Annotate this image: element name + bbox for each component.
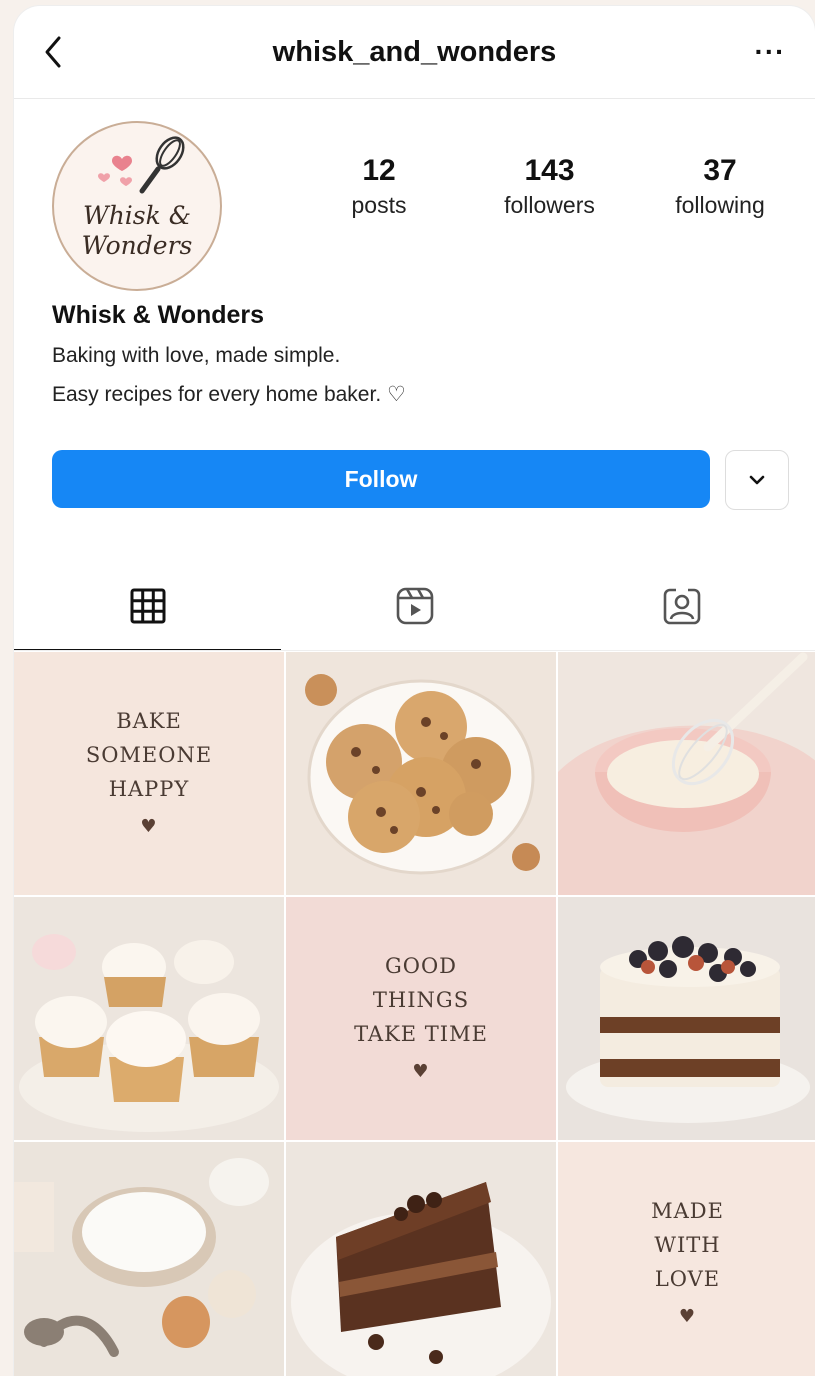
quote-text-line: TAKE TIME <box>354 1021 488 1046</box>
stat-posts[interactable]: 12 posts <box>304 154 454 219</box>
avatar-text-line1: Whisk & <box>83 201 191 230</box>
stat-posts-label: posts <box>351 192 407 218</box>
avatar[interactable]: Whisk & Wonders <box>52 121 222 291</box>
post-photo-cupcakes[interactable] <box>14 897 284 1140</box>
quote-text-line: HAPPY <box>108 776 190 801</box>
chocolate-cake-slice-image <box>286 1142 556 1376</box>
avatar-text-line2: Wonders <box>81 231 193 260</box>
flour-eggs-image <box>14 1142 284 1376</box>
profile-stats: 12 posts 143 followers 37 following <box>304 154 795 219</box>
layer-cake-image <box>558 897 815 1140</box>
suggested-dropdown-button[interactable] <box>725 450 789 510</box>
quote-text-line: MADE <box>651 1198 724 1223</box>
stat-followers-label: followers <box>504 192 595 218</box>
bio: Whisk & Wonders Baking with love, made s… <box>14 301 815 407</box>
stat-following-label: following <box>675 192 765 218</box>
post-photo-chocolate-cake[interactable] <box>286 1142 556 1376</box>
cupcakes-image <box>14 897 284 1140</box>
back-arrow-icon <box>45 36 61 68</box>
stat-following-value: 37 <box>703 154 737 187</box>
post-quote-made-with-love[interactable]: MADE WITH LOVE ♥ <box>558 1142 815 1376</box>
tagged-icon <box>663 588 700 625</box>
tab-tagged[interactable] <box>548 561 815 651</box>
quote-text-line: SOMEONE <box>85 742 213 767</box>
tab-grid[interactable] <box>14 561 281 651</box>
post-quote-bake-someone-happy[interactable]: BAKE SOMEONE HAPPY ♥ <box>14 652 284 895</box>
post-photo-cookies[interactable] <box>286 652 556 895</box>
profile-username: whisk_and_wonders <box>272 36 557 68</box>
tab-reels[interactable] <box>281 561 548 651</box>
posts-grid: BAKE SOMEONE HAPPY ♥ GOOD THINGS TAKE TI… <box>14 652 815 1376</box>
stat-following[interactable]: 37 following <box>645 154 795 219</box>
profile-display-name: Whisk & Wonders <box>52 301 265 329</box>
stat-followers-value: 143 <box>524 154 575 187</box>
post-photo-whisk-bowl[interactable] <box>558 652 815 895</box>
heart-icon: ♥ <box>412 1060 430 1082</box>
more-icon: ··· <box>754 36 786 67</box>
reels-icon <box>396 587 433 625</box>
profile-header: Whisk & Wonders 12 posts 143 followers 3… <box>14 99 815 299</box>
post-quote-good-things-take-time[interactable]: GOOD THINGS TAKE TIME ♥ <box>286 897 556 1140</box>
quote-text-line: LOVE <box>654 1266 721 1291</box>
post-photo-layer-cake[interactable] <box>558 897 815 1140</box>
stat-posts-value: 12 <box>362 154 396 187</box>
heart-icon: ♥ <box>140 815 158 837</box>
profile-screen: whisk_and_wonders ··· Whisk & Wonders 12 <box>14 6 815 1376</box>
tabs-divider <box>14 650 815 651</box>
quote-text-line: WITH <box>654 1232 721 1257</box>
stat-followers[interactable]: 143 followers <box>475 154 625 219</box>
quote-text-line: GOOD <box>384 953 458 978</box>
chevron-down-icon <box>749 475 765 485</box>
profile-tabs <box>14 561 815 651</box>
grid-icon <box>130 588 165 624</box>
bio-line-2: Easy recipes for every home baker. ♡ <box>52 383 406 406</box>
bio-line-1: Baking with love, made simple. <box>52 344 341 367</box>
whisk-bowl-image <box>558 652 815 895</box>
heart-icon: ♥ <box>678 1305 697 1327</box>
top-bar: whisk_and_wonders ··· <box>14 6 815 99</box>
quote-text-line: THINGS <box>372 987 470 1012</box>
follow-button[interactable]: Follow <box>52 450 710 508</box>
quote-text-line: BAKE <box>116 708 182 733</box>
more-options-button[interactable]: ··· <box>725 6 815 98</box>
profile-actions: Follow <box>52 450 789 510</box>
back-button[interactable] <box>14 6 94 98</box>
cookies-plate-image <box>286 652 556 895</box>
post-photo-flour-eggs[interactable] <box>14 1142 284 1376</box>
